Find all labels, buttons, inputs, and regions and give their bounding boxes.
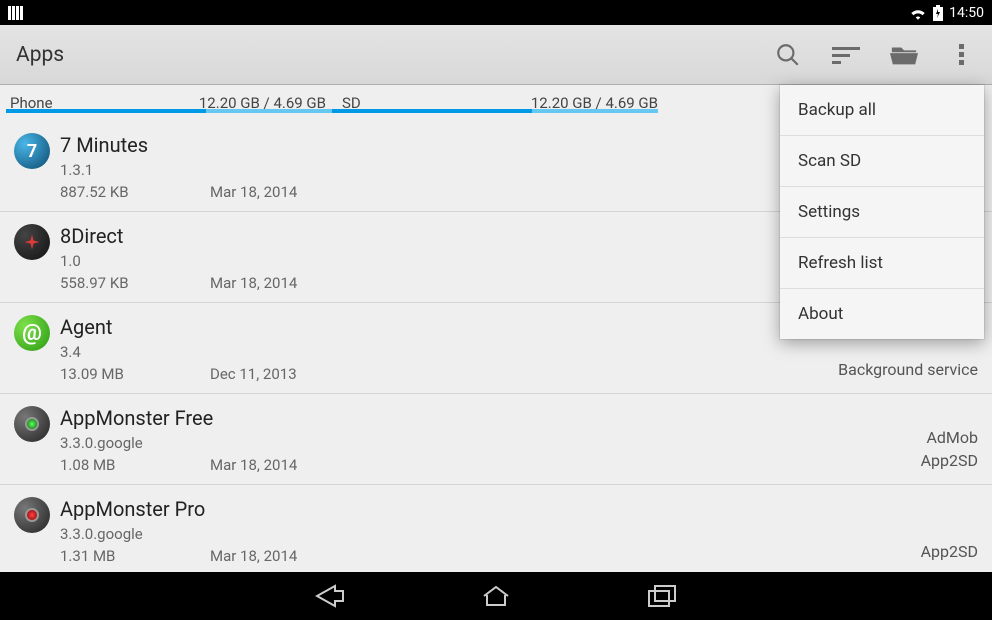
app-date: Mar 18, 2014 xyxy=(210,456,360,474)
app-icon: 7 xyxy=(14,133,50,169)
app-tag: AdMob xyxy=(921,428,978,447)
search-icon[interactable] xyxy=(774,41,802,69)
app-tag: Background service xyxy=(838,360,978,379)
menu-backup-all[interactable]: Backup all xyxy=(780,85,984,136)
menu-settings[interactable]: Settings xyxy=(780,187,984,238)
app-icon: @ xyxy=(14,315,50,351)
app-icon xyxy=(14,406,50,442)
system-nav-bar xyxy=(0,572,992,620)
overflow-icon[interactable] xyxy=(948,41,976,69)
app-name: AppMonster Free xyxy=(60,406,921,430)
app-icon xyxy=(14,497,50,533)
app-date: Mar 18, 2014 xyxy=(210,274,360,292)
app-version: 3.3.0.google xyxy=(60,525,921,543)
app-size: 1.08 MB xyxy=(60,456,210,474)
app-size: 13.09 MB xyxy=(60,365,210,383)
app-size: 558.97 KB xyxy=(60,274,210,292)
sort-icon[interactable] xyxy=(832,41,860,69)
wifi-icon xyxy=(909,6,927,20)
app-tag: App2SD xyxy=(921,542,978,561)
menu-about[interactable]: About xyxy=(780,289,984,339)
app-tag: App2SD xyxy=(921,451,978,470)
app-name: AppMonster Pro xyxy=(60,497,921,521)
menu-scan-sd[interactable]: Scan SD xyxy=(780,136,984,187)
app-size: 887.52 KB xyxy=(60,183,210,201)
app-date: Mar 18, 2014 xyxy=(210,183,360,201)
page-title: Apps xyxy=(16,43,774,67)
app-date: Mar 18, 2014 xyxy=(210,547,360,565)
recent-icon[interactable] xyxy=(644,578,680,614)
back-icon[interactable] xyxy=(312,578,348,614)
battery-icon xyxy=(933,5,943,21)
app-size: 1.31 MB xyxy=(60,547,210,565)
clock: 14:50 xyxy=(949,5,984,21)
list-item[interactable]: AppMonster Free 3.3.0.google 1.08 MB Mar… xyxy=(0,394,992,485)
app-version: 3.3.0.google xyxy=(60,434,921,452)
overflow-menu: Backup all Scan SD Settings Refresh list… xyxy=(780,85,984,339)
app-version: 3.4 xyxy=(60,343,838,361)
menu-refresh[interactable]: Refresh list xyxy=(780,238,984,289)
folder-icon[interactable] xyxy=(890,41,918,69)
app-date: Dec 11, 2013 xyxy=(210,365,360,383)
home-icon[interactable] xyxy=(478,578,514,614)
action-bar: Apps xyxy=(0,25,992,85)
list-item[interactable]: AppMonster Pro 3.3.0.google 1.31 MB Mar … xyxy=(0,485,992,572)
app-icon xyxy=(14,224,50,260)
signal-icon xyxy=(8,6,23,20)
system-status-bar: 14:50 xyxy=(0,0,992,25)
app-name: Agent xyxy=(60,315,838,339)
